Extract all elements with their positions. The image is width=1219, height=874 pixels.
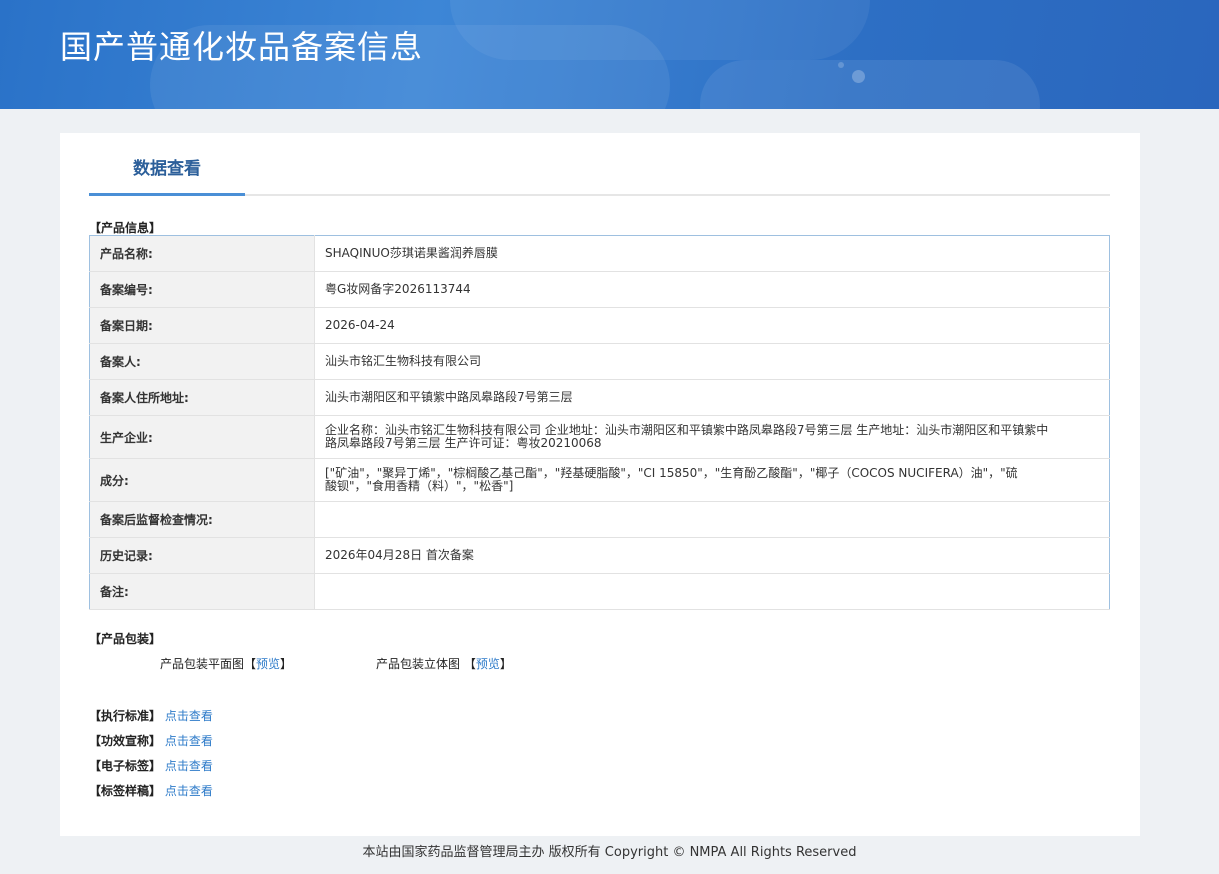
tab-bar: 数据查看 bbox=[89, 153, 1110, 196]
table-row: 成分: ["矿油"，"聚异丁烯"，"棕榈酸乙基己酯"，"羟基硬脂酸"，"CI 1… bbox=[89, 458, 1110, 502]
banner-decoration bbox=[700, 60, 1040, 109]
document-links: 【执行标准】 点击查看 【功效宣称】 点击查看 【电子标签】 点击查看 【标签样… bbox=[89, 709, 213, 809]
table-row: 备案人住所地址: 汕头市潮阳区和平镇紫中路凤皋路段7号第三层 bbox=[89, 379, 1110, 416]
row-key-filing-number: 备案编号: bbox=[89, 271, 315, 308]
row-value-ingredients: ["矿油"，"聚异丁烯"，"棕榈酸乙基己酯"，"羟基硬脂酸"，"CI 15850… bbox=[314, 458, 1110, 502]
e-label-view-link[interactable]: 点击查看 bbox=[165, 759, 213, 773]
row-value-filing-number: 粤G妆网备字2026113744 bbox=[314, 271, 1110, 308]
content-card: 数据查看 【产品信息】 产品名称: SHAQINUO莎琪诺果酱润养唇膜 备案编号… bbox=[60, 133, 1140, 836]
packaging-flat-label: 产品包装平面图 bbox=[160, 657, 245, 671]
list-item: 【电子标签】 点击查看 bbox=[89, 759, 213, 784]
standard-label: 【执行标准】 bbox=[89, 709, 162, 723]
tab-data-view[interactable]: 数据查看 bbox=[89, 153, 245, 196]
label-sample-view-link[interactable]: 点击查看 bbox=[165, 784, 213, 798]
standard-view-link[interactable]: 点击查看 bbox=[165, 709, 213, 723]
list-item: 【执行标准】 点击查看 bbox=[89, 709, 213, 734]
banner-dot bbox=[838, 62, 844, 68]
table-row: 备注: bbox=[89, 573, 1110, 610]
row-value-supervision bbox=[314, 501, 1110, 538]
table-row: 备案编号: 粤G妆网备字2026113744 bbox=[89, 271, 1110, 308]
row-value-filing-date: 2026-04-24 bbox=[314, 307, 1110, 344]
table-row: 产品名称: SHAQINUO莎琪诺果酱润养唇膜 bbox=[89, 235, 1110, 272]
bracket: 【 bbox=[244, 657, 257, 671]
row-key-filer-address: 备案人住所地址: bbox=[89, 379, 315, 416]
packaging-flat: 产品包装平面图【预览】 bbox=[160, 655, 292, 672]
bracket: 【 bbox=[463, 657, 476, 671]
preview-flat-link[interactable]: 预览 bbox=[256, 657, 280, 671]
label-sample-label: 【标签样稿】 bbox=[89, 784, 162, 798]
table-row: 备案后监督检查情况: bbox=[89, 501, 1110, 538]
e-label-label: 【电子标签】 bbox=[89, 759, 162, 773]
row-key-filer: 备案人: bbox=[89, 343, 315, 380]
bracket: 】 bbox=[499, 657, 512, 671]
preview-stereo-link[interactable]: 预览 bbox=[476, 657, 500, 671]
row-value-filer: 汕头市铭汇生物科技有限公司 bbox=[314, 343, 1110, 380]
table-row: 备案人: 汕头市铭汇生物科技有限公司 bbox=[89, 343, 1110, 380]
section-packaging: 【产品包装】 bbox=[89, 632, 162, 646]
packaging-stereo-label: 产品包装立体图 bbox=[376, 657, 461, 671]
efficacy-view-link[interactable]: 点击查看 bbox=[165, 734, 213, 748]
header-banner: 国产普通化妆品备案信息 bbox=[0, 0, 1219, 109]
list-item: 【标签样稿】 点击查看 bbox=[89, 784, 213, 809]
table-row: 备案日期: 2026-04-24 bbox=[89, 307, 1110, 344]
row-value-history: 2026年04月28日 首次备案 bbox=[314, 537, 1110, 574]
bracket: 】 bbox=[280, 657, 293, 671]
row-key-history: 历史记录: bbox=[89, 537, 315, 574]
banner-decoration bbox=[450, 0, 870, 60]
row-value-product-name: SHAQINUO莎琪诺果酱润养唇膜 bbox=[314, 235, 1110, 272]
row-value-manufacturer: 企业名称：汕头市铭汇生物科技有限公司 企业地址：汕头市潮阳区和平镇紫中路凤皋路段… bbox=[314, 415, 1110, 459]
product-info-table: 产品名称: SHAQINUO莎琪诺果酱润养唇膜 备案编号: 粤G妆网备字2026… bbox=[89, 235, 1110, 610]
row-value-remarks bbox=[314, 573, 1110, 610]
list-item: 【功效宣称】 点击查看 bbox=[89, 734, 213, 759]
efficacy-label: 【功效宣称】 bbox=[89, 734, 162, 748]
row-value-filer-address: 汕头市潮阳区和平镇紫中路凤皋路段7号第三层 bbox=[314, 379, 1110, 416]
row-key-ingredients: 成分: bbox=[89, 458, 315, 502]
packaging-stereo: 产品包装立体图 【预览】 bbox=[376, 655, 512, 672]
page-title: 国产普通化妆品备案信息 bbox=[60, 28, 424, 66]
section-product-info: 【产品信息】 bbox=[89, 221, 162, 235]
row-key-supervision: 备案后监督检查情况: bbox=[89, 501, 315, 538]
footer-copyright: 本站由国家药品监督管理局主办 版权所有 Copyright © NMPA All… bbox=[362, 845, 857, 860]
row-key-product-name: 产品名称: bbox=[89, 235, 315, 272]
row-key-filing-date: 备案日期: bbox=[89, 307, 315, 344]
row-key-remarks: 备注: bbox=[89, 573, 315, 610]
banner-dot bbox=[852, 70, 865, 83]
row-key-manufacturer: 生产企业: bbox=[89, 415, 315, 459]
table-row: 历史记录: 2026年04月28日 首次备案 bbox=[89, 537, 1110, 574]
table-row: 生产企业: 企业名称：汕头市铭汇生物科技有限公司 企业地址：汕头市潮阳区和平镇紫… bbox=[89, 415, 1110, 459]
